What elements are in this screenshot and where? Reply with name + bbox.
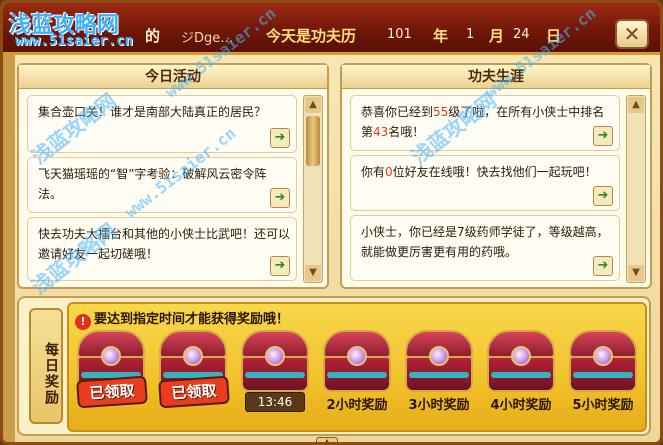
chest-label: 3小时奖励: [408, 398, 470, 413]
activity-item: 快去功夫大擂台和其他的小侠士比武吧！还可以邀请好友一起切磋哦！ ➜: [27, 217, 297, 281]
player-rank: 43: [373, 125, 389, 139]
friends-online-text: 你有0位好友在线哦！快去找他们一起玩吧！: [361, 162, 613, 182]
chest-label: 2小时奖励: [326, 398, 388, 413]
career-item: 恭喜你已经到55级了啦，在所有小侠士中排名第43名哦！ ➜: [350, 95, 620, 151]
pharmacist-text: 小侠士，你已经是7级药师学徒了，等级越高，就能做更厉害更有用的药哦。: [361, 225, 609, 259]
reward-chest-icon[interactable]: [565, 330, 641, 394]
greeting-de: 的: [145, 27, 161, 45]
reward-notice: ! 要达到指定时间才能获得奖励哦！: [75, 308, 289, 330]
scroll-up-icon[interactable]: ▲: [628, 97, 644, 113]
day-label: 日: [546, 27, 562, 45]
scroll-down-icon[interactable]: ▼: [305, 265, 321, 281]
daily-activities-title: 今日活动: [19, 65, 327, 89]
scroll-thumb[interactable]: [306, 116, 320, 166]
reward-chest-icon[interactable]: [483, 330, 559, 394]
activity-text: 集合壶口关！谁才是南部大陆真正的居民？: [38, 105, 267, 119]
warning-icon: !: [75, 314, 91, 330]
year-value: 101: [387, 27, 412, 42]
activity-item: 飞天猫瑶瑶的“智”字考验：破解风云密令阵法。 ➜: [27, 157, 297, 213]
chest-label: 4小时奖励: [490, 398, 552, 413]
career-panel: 功夫生涯 恭喜你已经到55级了啦，在所有小侠士中排名第43名哦！ ➜ 你有0位好…: [340, 63, 652, 289]
claimed-stamp: 已领取: [76, 375, 148, 409]
go-arrow-icon[interactable]: ➜: [593, 256, 613, 276]
reward-countdown: 13:46: [245, 392, 305, 412]
go-arrow-icon[interactable]: ➜: [270, 256, 290, 276]
go-arrow-icon[interactable]: ➜: [593, 126, 613, 146]
career-item: 小侠士，你已经是7级药师学徒了，等级越高，就能做更厉害更有用的药哦。 ➜: [350, 215, 620, 281]
daily-scrollbar[interactable]: ▲ ▼: [303, 95, 323, 283]
reward-chest-icon[interactable]: [237, 330, 313, 394]
career-level-text: 恭喜你已经到55级了啦，在所有小侠士中排名第43名哦！: [361, 102, 613, 142]
header-bar: 的 ジDge… 今天是功夫历 101 年 1 月 24 日 ✕: [3, 3, 660, 55]
reward-chest-icon[interactable]: [319, 330, 395, 394]
month-label: 月: [489, 27, 505, 45]
today-label: 今天是功夫历: [266, 27, 357, 45]
reward-chest-icon[interactable]: [401, 330, 477, 394]
friends-text-a: 你有: [361, 165, 386, 179]
go-arrow-icon[interactable]: ➜: [270, 128, 290, 148]
go-arrow-icon[interactable]: ➜: [593, 186, 613, 206]
activity-item: 集合壶口关！谁才是南部大陆真正的居民？ ➜: [27, 95, 297, 153]
reward-strip: ! 要达到指定时间才能获得奖励哦！ 已领取 已领取 13:46 2小时奖励 3小…: [67, 302, 647, 432]
activity-text: 飞天猫瑶瑶的“智”字考验：破解风云密令阵法。: [38, 167, 267, 201]
go-arrow-icon[interactable]: ➜: [270, 188, 290, 208]
reward-notice-text: 要达到指定时间才能获得奖励哦！: [94, 312, 290, 327]
chest-label: 5小时奖励: [572, 398, 634, 413]
friends-text-b: 位好友在线哦！快去找他们一起玩吧！: [392, 165, 597, 179]
scroll-up-icon[interactable]: ▲: [305, 97, 321, 113]
career-text-a: 恭喜你已经到: [361, 105, 434, 119]
scroll-down-icon[interactable]: ▲: [316, 437, 338, 442]
activity-text: 快去功夫大擂台和其他的小侠士比武吧！还可以邀请好友一起切磋哦！: [38, 227, 291, 261]
career-item: 你有0位好友在线哦！快去找他们一起玩吧！ ➜: [350, 155, 620, 211]
claimed-stamp: 已领取: [158, 375, 230, 409]
player-level: 55: [433, 105, 449, 119]
friends-online-count: 0: [385, 165, 393, 179]
year-label: 年: [433, 27, 449, 45]
daily-activities-panel: 今日活动 集合壶口关！谁才是南部大陆真正的居民？ ➜ 飞天猫瑶瑶的“智”字考验：…: [17, 63, 329, 289]
close-icon[interactable]: ✕: [615, 19, 649, 49]
career-scrollbar[interactable]: ▲ ▼: [626, 95, 646, 283]
career-text-c: 名哦！: [388, 125, 425, 139]
career-title: 功夫生涯: [342, 65, 650, 89]
kungfu-calendar-window: 的 ジDge… 今天是功夫历 101 年 1 月 24 日 ✕ 今日活动 集合壶…: [0, 0, 663, 445]
day-value: 24: [513, 27, 530, 42]
left-decor-rail: [3, 55, 15, 442]
player-name: ジDge…: [181, 31, 234, 46]
scroll-down-icon[interactable]: ▼: [628, 265, 644, 281]
month-value: 1: [466, 27, 475, 42]
daily-reward-panel: 每日奖励 ! 要达到指定时间才能获得奖励哦！ 已领取 已领取 13:46 2小时奖…: [17, 296, 651, 436]
daily-reward-tab: 每日奖励: [29, 308, 63, 424]
